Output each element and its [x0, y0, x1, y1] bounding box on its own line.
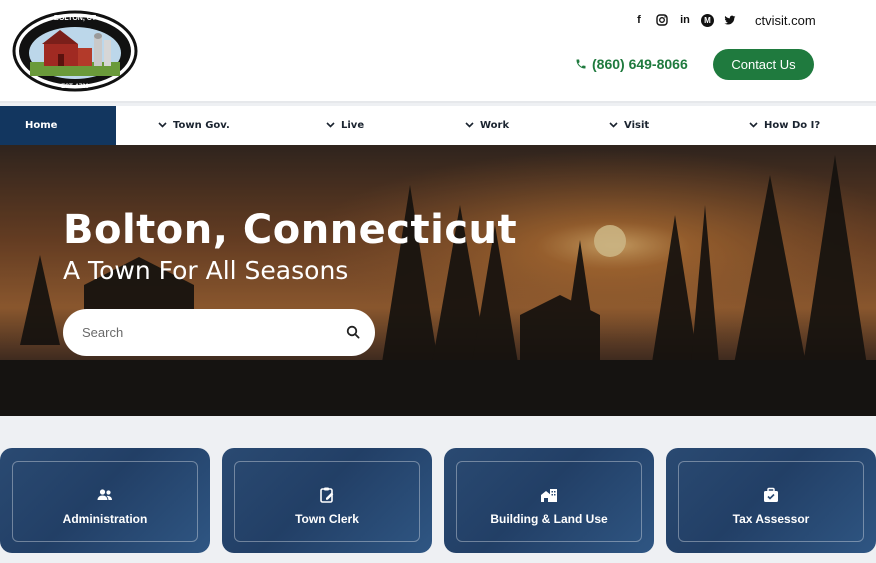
hero-subtitle: A Town For All Seasons	[63, 256, 349, 285]
ctvisit-link[interactable]: ctvisit.com	[755, 13, 816, 28]
main-nav: Home Town Gov. Live Work Visit How Do I?	[0, 106, 876, 145]
chevron-down-icon	[326, 120, 335, 131]
people-icon	[97, 488, 112, 500]
card-frame: Town Clerk	[234, 461, 420, 542]
nav-item-town-gov[interactable]: Town Gov.	[158, 106, 230, 145]
card-frame: Administration	[12, 461, 198, 542]
chevron-down-icon	[609, 120, 618, 131]
nav-label: Town Gov.	[173, 120, 230, 131]
card-label: Tax Assessor	[732, 511, 810, 526]
site-header: BOLTON, CT EST. 1720 f in M ctvisit.com …	[0, 0, 876, 103]
social-links: f in M	[632, 13, 737, 27]
nav-label: How Do I?	[764, 120, 821, 131]
card-tax-assessor[interactable]: Tax Assessor	[666, 448, 876, 553]
hero-title: Bolton, Connecticut	[63, 207, 518, 253]
card-administration[interactable]: Administration	[0, 448, 210, 553]
logo-bottom-text: EST. 1720	[61, 84, 89, 90]
search-icon[interactable]	[346, 325, 360, 339]
town-logo[interactable]: BOLTON, CT EST. 1720	[12, 10, 138, 92]
nav-label: Home	[25, 120, 58, 131]
search-bar	[63, 309, 375, 356]
card-label: Town Clerk	[295, 511, 359, 526]
hero-banner: Bolton, Connecticut A Town For All Seaso…	[0, 145, 876, 416]
nav-item-visit[interactable]: Visit	[609, 106, 649, 145]
card-town-clerk[interactable]: Town Clerk	[222, 448, 432, 553]
contact-us-button[interactable]: Contact Us	[713, 49, 814, 80]
clipboard-icon	[320, 487, 334, 503]
nav-item-work[interactable]: Work	[465, 106, 509, 145]
nav-item-how-do-i[interactable]: How Do I?	[749, 106, 820, 145]
card-label: Administration	[62, 511, 148, 526]
nav-label: Visit	[624, 120, 650, 131]
phone-link[interactable]: (860) 649-8066	[575, 56, 688, 72]
chevron-down-icon	[158, 120, 167, 131]
nav-label: Work	[480, 120, 510, 131]
instagram-icon[interactable]	[655, 13, 669, 27]
card-frame: Tax Assessor	[678, 461, 864, 542]
logo-top-text: BOLTON, CT	[54, 15, 97, 22]
facebook-icon[interactable]: f	[632, 13, 646, 27]
briefcase-icon	[764, 487, 778, 502]
nav-label: Live	[341, 120, 365, 131]
nav-item-live[interactable]: Live	[326, 106, 364, 145]
building-icon	[541, 488, 557, 502]
search-input[interactable]	[82, 325, 332, 340]
phone-icon	[576, 59, 586, 69]
card-building-land-use[interactable]: Building & Land Use	[444, 448, 654, 553]
chevron-down-icon	[749, 120, 758, 131]
quick-links: Administration Town Clerk Building & Lan…	[0, 448, 876, 563]
chevron-down-icon	[465, 120, 474, 131]
linkedin-icon[interactable]: in	[678, 13, 692, 27]
nav-item-home[interactable]: Home	[0, 106, 116, 145]
phone-number: (860) 649-8066	[592, 56, 688, 72]
card-label: Building & Land Use	[490, 511, 608, 526]
medium-icon[interactable]: M	[701, 13, 714, 27]
twitter-icon[interactable]	[723, 13, 737, 27]
card-frame: Building & Land Use	[456, 461, 642, 542]
